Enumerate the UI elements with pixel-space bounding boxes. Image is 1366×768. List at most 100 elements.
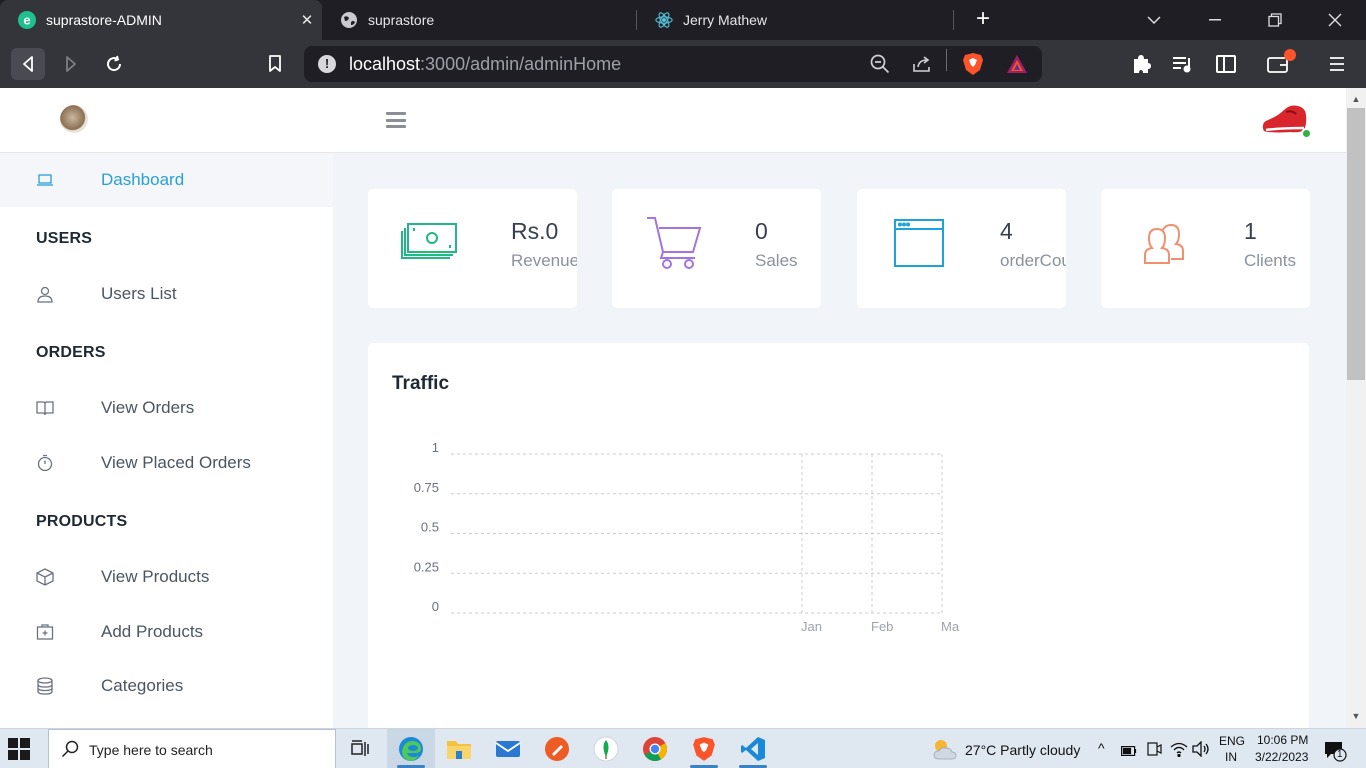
- stat-value: Rs.0: [511, 218, 559, 244]
- sidebar-item-users-list[interactable]: Users List: [0, 267, 333, 321]
- address-bar[interactable]: ! localhost:3000/admin/adminHome: [304, 46, 1042, 82]
- brave-shields-icon[interactable]: [960, 51, 986, 77]
- online-status-dot: [1301, 128, 1312, 139]
- chrome-icon[interactable]: [631, 729, 679, 768]
- close-window-button[interactable]: [1305, 0, 1365, 40]
- svg-text:e: e: [23, 13, 30, 28]
- share-icon[interactable]: [909, 51, 935, 77]
- tab-jerry-mathew[interactable]: Jerry Mathew: [637, 0, 953, 40]
- volume-icon[interactable]: [1192, 740, 1210, 762]
- admin-favicon-icon: e: [18, 11, 36, 29]
- tab-title: Jerry Mathew: [683, 12, 768, 28]
- stat-value: 0: [755, 218, 768, 244]
- zoom-icon[interactable]: [867, 51, 893, 77]
- y-tick-label: 0.5: [421, 520, 439, 535]
- task-view-icon[interactable]: [336, 729, 384, 768]
- wifi-icon[interactable]: [1170, 741, 1188, 762]
- url-text[interactable]: localhost:3000/admin/adminHome: [349, 54, 621, 75]
- store-logo[interactable]: [60, 105, 88, 133]
- address-bar-separator: [946, 49, 947, 71]
- sidebar-item-add-products[interactable]: Add Products: [0, 605, 333, 659]
- sidebar-item-view-placed-orders[interactable]: View Placed Orders: [0, 436, 333, 490]
- sidebar: Dashboard USERS Users List ORDERS View O…: [0, 153, 333, 728]
- sidebar-item-view-orders[interactable]: View Orders: [0, 381, 333, 435]
- search-placeholder: Type here to search: [89, 742, 213, 758]
- weather-text[interactable]: 27°C Partly cloudy: [965, 742, 1080, 758]
- meet-now-icon[interactable]: [1146, 741, 1162, 762]
- wallet-icon[interactable]: [1262, 48, 1296, 80]
- windows-start-icon[interactable]: [8, 738, 30, 760]
- stat-value: 4: [1000, 218, 1013, 244]
- stat-value: 1: [1244, 218, 1257, 244]
- admin-page: Dashboard USERS Users List ORDERS View O…: [0, 88, 1346, 728]
- close-tab-icon[interactable]: ✕: [292, 11, 322, 29]
- stopwatch-icon: [35, 453, 55, 473]
- reload-button[interactable]: [97, 48, 131, 80]
- extensions-icon[interactable]: [1124, 48, 1158, 80]
- vscode-app-icon[interactable]: [729, 729, 777, 768]
- y-tick-label: 0.25: [414, 559, 439, 574]
- x-tick-label: Jan: [801, 619, 822, 634]
- sidebar-item-label: View Placed Orders: [101, 453, 251, 472]
- scroll-up-arrow-icon[interactable]: ▲: [1350, 94, 1362, 104]
- book-icon: [35, 398, 55, 418]
- file-explorer-icon[interactable]: [435, 729, 483, 768]
- tab-search-chevron-icon[interactable]: [1124, 0, 1184, 40]
- stat-card-clients: 1 Clients: [1101, 189, 1310, 308]
- tab-separator: [953, 10, 954, 30]
- brave-rewards-icon[interactable]: [1004, 51, 1030, 77]
- menu-icon[interactable]: [1320, 48, 1354, 80]
- weather-icon[interactable]: [931, 737, 957, 766]
- new-tab-button[interactable]: +: [970, 6, 996, 32]
- stat-card-sales: 0 Sales: [612, 189, 821, 308]
- stat-label: Sales: [755, 251, 798, 270]
- tab-title: suprastore-ADMIN: [46, 12, 162, 28]
- url-host: localhost: [349, 54, 421, 74]
- section-heading-products: PRODUCTS: [36, 513, 128, 530]
- sidebar-item-dashboard[interactable]: Dashboard: [0, 153, 333, 207]
- tab-title: suprastore: [368, 12, 435, 28]
- battery-icon[interactable]: [1121, 743, 1137, 761]
- sidebar-toggle-icon[interactable]: [1209, 48, 1243, 80]
- cash-icon: [398, 213, 462, 273]
- brave-app-icon[interactable]: [680, 729, 728, 768]
- language-indicator[interactable]: ENG: [1219, 734, 1245, 748]
- scrollbar-thumb[interactable]: [1347, 108, 1365, 380]
- sidebar-item-label: View Orders: [101, 398, 195, 417]
- top-header: [0, 88, 1346, 153]
- notifications-icon[interactable]: 1: [1324, 740, 1348, 767]
- back-button[interactable]: [11, 48, 45, 80]
- react-icon: [655, 11, 673, 29]
- sidebar-item-categories[interactable]: Categories: [0, 659, 333, 713]
- clock-time[interactable]: 10:06 PM: [1257, 733, 1308, 747]
- sidebar-item-view-products[interactable]: View Products: [0, 550, 333, 604]
- restore-button[interactable]: [1245, 0, 1305, 40]
- postman-icon[interactable]: [533, 729, 581, 768]
- clock-date[interactable]: 3/22/2023: [1255, 750, 1308, 764]
- traffic-card: Traffic 1 0.75 0.5 0.25 0 Jan Feb Ma: [368, 343, 1309, 728]
- stat-label: orderCount: [1000, 251, 1066, 270]
- scroll-down-arrow-icon[interactable]: ▼: [1350, 711, 1362, 721]
- browser-toolbar: ! localhost:3000/admin/adminHome: [0, 40, 1366, 88]
- browser-tab-bar: e suprastore-ADMIN ✕ suprastore Jerry Ma…: [0, 0, 1366, 40]
- user-icon: [35, 284, 55, 304]
- edge-app-icon[interactable]: [387, 729, 435, 768]
- forward-button[interactable]: [54, 48, 88, 80]
- stat-label: Revenue: [511, 251, 577, 270]
- mongodb-compass-icon[interactable]: [582, 729, 630, 768]
- section-heading-orders: ORDERS: [36, 344, 106, 361]
- box-icon: [35, 567, 55, 587]
- tab-suprastore-admin[interactable]: e suprastore-ADMIN ✕: [0, 0, 322, 40]
- sidebar-item-label: Dashboard: [101, 170, 185, 189]
- bookmark-icon[interactable]: [258, 48, 292, 80]
- tab-suprastore[interactable]: suprastore: [322, 0, 638, 40]
- taskbar-search-box[interactable]: Type here to search: [48, 729, 336, 768]
- minimize-button[interactable]: [1185, 0, 1245, 40]
- laptop-icon: [35, 170, 55, 190]
- hamburger-menu-icon[interactable]: [386, 112, 406, 128]
- globe-icon: [340, 11, 358, 29]
- playlist-icon[interactable]: [1166, 48, 1200, 80]
- site-info-icon[interactable]: !: [318, 55, 336, 73]
- show-hidden-icons-chevron-icon[interactable]: ^: [1098, 740, 1105, 756]
- mail-icon[interactable]: [484, 729, 532, 768]
